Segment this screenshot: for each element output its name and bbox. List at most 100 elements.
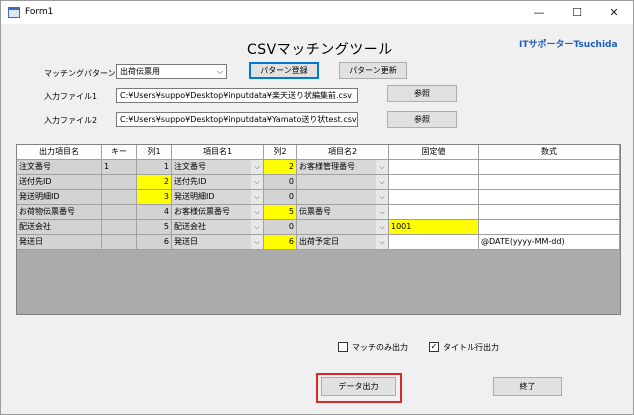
title-bar: Form1 — ☐ ✕ xyxy=(1,1,633,24)
chevron-down-icon[interactable]: ⌵ xyxy=(251,220,263,234)
file1-input[interactable]: C:¥Users¥suppo¥Desktop¥inputdata¥楽天送り状編集… xyxy=(116,88,358,103)
row-item1-value: 送付先ID xyxy=(174,177,207,186)
row-fixed-value[interactable] xyxy=(389,160,479,175)
row-item1-value: 配送会社 xyxy=(174,222,206,231)
row-item1-value: お客様伝票番号 xyxy=(174,207,230,216)
row-col1[interactable]: 4 xyxy=(137,205,172,220)
header-formula[interactable]: 数式 xyxy=(479,145,620,160)
export-data-button[interactable]: データ出力 xyxy=(321,377,396,396)
row-fixed-value[interactable] xyxy=(389,175,479,190)
row-formula[interactable] xyxy=(479,160,620,175)
row-item1-combo[interactable]: 発送日 ⌵ xyxy=(172,235,264,250)
row-fixed-value[interactable] xyxy=(389,190,479,205)
header-col2[interactable]: 列2 xyxy=(264,145,297,160)
header-col1[interactable]: 列1 xyxy=(137,145,172,160)
chevron-down-icon[interactable]: ⌵ xyxy=(376,205,388,219)
row-formula[interactable]: @DATE(yyyy-MM-dd) xyxy=(479,235,620,250)
header-fixed-value[interactable]: 固定値 xyxy=(389,145,479,160)
row-item2-combo[interactable]: ⌵ xyxy=(297,190,389,205)
row-key[interactable] xyxy=(102,205,137,220)
match-only-checkbox[interactable] xyxy=(338,342,348,352)
row-key[interactable] xyxy=(102,175,137,190)
browse-file1-button[interactable]: 参照 xyxy=(387,85,457,102)
chevron-down-icon[interactable]: ⌵ xyxy=(376,235,388,249)
register-pattern-button[interactable]: パターン登録 xyxy=(249,62,319,79)
row-col2[interactable]: 0 xyxy=(264,220,297,235)
row-item1-value: 注文番号 xyxy=(174,162,206,171)
row-item2-combo[interactable]: お客様管理番号 ⌵ xyxy=(297,160,389,175)
row-output-name[interactable]: 発送日 xyxy=(17,235,102,250)
row-formula[interactable] xyxy=(479,220,620,235)
row-col1[interactable]: 1 xyxy=(137,160,172,175)
chevron-down-icon[interactable]: ⌵ xyxy=(376,175,388,189)
chevron-down-icon: ⌵ xyxy=(216,67,223,76)
chevron-down-icon[interactable]: ⌵ xyxy=(251,235,263,249)
row-item2-combo[interactable]: 伝票番号 ⌵ xyxy=(297,205,389,220)
row-output-name[interactable]: 配送会社 xyxy=(17,220,102,235)
row-item1-combo[interactable]: 注文番号 ⌵ xyxy=(172,160,264,175)
row-item2-combo[interactable]: ⌵ xyxy=(297,220,389,235)
header-output-name[interactable]: 出力項目名 xyxy=(17,145,102,160)
update-pattern-button[interactable]: パターン更新 xyxy=(339,62,407,79)
maximize-icon[interactable]: ☐ xyxy=(558,1,596,24)
row-col1[interactable]: 6 xyxy=(137,235,172,250)
close-icon[interactable]: ✕ xyxy=(595,1,633,24)
row-col2[interactable]: 2 xyxy=(264,160,297,175)
row-output-name[interactable]: 送付先ID xyxy=(17,175,102,190)
row-key[interactable]: 1 xyxy=(102,160,137,175)
row-item2-value: 伝票番号 xyxy=(299,207,331,216)
row-formula[interactable] xyxy=(479,175,620,190)
chevron-down-icon[interactable]: ⌵ xyxy=(251,175,263,189)
row-fixed-value[interactable]: 1001 xyxy=(389,220,479,235)
row-col2[interactable]: 0 xyxy=(264,175,297,190)
main-window: Form1 — ☐ ✕ CSVマッチングツール ITサポーターTsuchida … xyxy=(0,0,634,415)
row-col2[interactable]: 6 xyxy=(264,235,297,250)
header-key[interactable]: キー xyxy=(102,145,137,160)
header-item2[interactable]: 項目名2 xyxy=(297,145,389,160)
form-icon xyxy=(8,7,20,18)
mapping-grid[interactable]: 出力項目名 キー 列1 項目名1 列2 項目名2 固定値 数式 注文番号 1 1… xyxy=(16,144,621,315)
row-key[interactable] xyxy=(102,220,137,235)
row-fixed-value[interactable] xyxy=(389,235,479,250)
row-col2[interactable]: 0 xyxy=(264,190,297,205)
window-title: Form1 xyxy=(25,7,54,17)
chevron-down-icon[interactable]: ⌵ xyxy=(251,190,263,204)
chevron-down-icon[interactable]: ⌵ xyxy=(251,160,263,174)
row-item1-combo[interactable]: お客様伝票番号 ⌵ xyxy=(172,205,264,220)
row-key[interactable] xyxy=(102,235,137,250)
row-fixed-value[interactable] xyxy=(389,205,479,220)
row-item1-combo[interactable]: 配送会社 ⌵ xyxy=(172,220,264,235)
exit-button[interactable]: 終了 xyxy=(493,377,562,396)
row-col1[interactable]: 2 xyxy=(137,175,172,190)
minimize-icon[interactable]: — xyxy=(520,1,558,24)
file2-label: 入力ファイル2 xyxy=(44,116,98,125)
row-output-name[interactable]: お荷物伝票番号 xyxy=(17,205,102,220)
chevron-down-icon[interactable]: ⌵ xyxy=(376,220,388,234)
row-item1-combo[interactable]: 発送明細ID ⌵ xyxy=(172,190,264,205)
row-col1[interactable]: 5 xyxy=(137,220,172,235)
row-formula[interactable] xyxy=(479,190,620,205)
file2-input[interactable]: C:¥Users¥suppo¥Desktop¥inputdata¥Yamato送… xyxy=(116,112,358,127)
row-col2[interactable]: 5 xyxy=(264,205,297,220)
row-formula[interactable] xyxy=(479,205,620,220)
pattern-select[interactable]: 出荷伝票用 ⌵ xyxy=(116,64,227,79)
row-item2-combo[interactable]: ⌵ xyxy=(297,175,389,190)
row-item2-value: お客様管理番号 xyxy=(299,162,355,171)
row-col1[interactable]: 3 xyxy=(137,190,172,205)
row-item2-combo[interactable]: 出荷予定日 ⌵ xyxy=(297,235,389,250)
header-item1[interactable]: 項目名1 xyxy=(172,145,264,160)
match-only-label: マッチのみ出力 xyxy=(352,343,408,352)
chevron-down-icon[interactable]: ⌵ xyxy=(376,190,388,204)
row-key[interactable] xyxy=(102,190,137,205)
pattern-select-value: 出荷伝票用 xyxy=(120,67,160,76)
title-row-checkbox[interactable]: ✓ xyxy=(429,342,439,352)
browse-file2-button[interactable]: 参照 xyxy=(387,111,457,128)
chevron-down-icon[interactable]: ⌵ xyxy=(376,160,388,174)
row-output-name[interactable]: 発送明細ID xyxy=(17,190,102,205)
row-output-name[interactable]: 注文番号 xyxy=(17,160,102,175)
chevron-down-icon[interactable]: ⌵ xyxy=(251,205,263,219)
row-item1-combo[interactable]: 送付先ID ⌵ xyxy=(172,175,264,190)
row-item2-value: 出荷予定日 xyxy=(299,237,339,246)
title-row-label: タイトル行出力 xyxy=(443,343,499,352)
file1-label: 入力ファイル1 xyxy=(44,92,98,101)
